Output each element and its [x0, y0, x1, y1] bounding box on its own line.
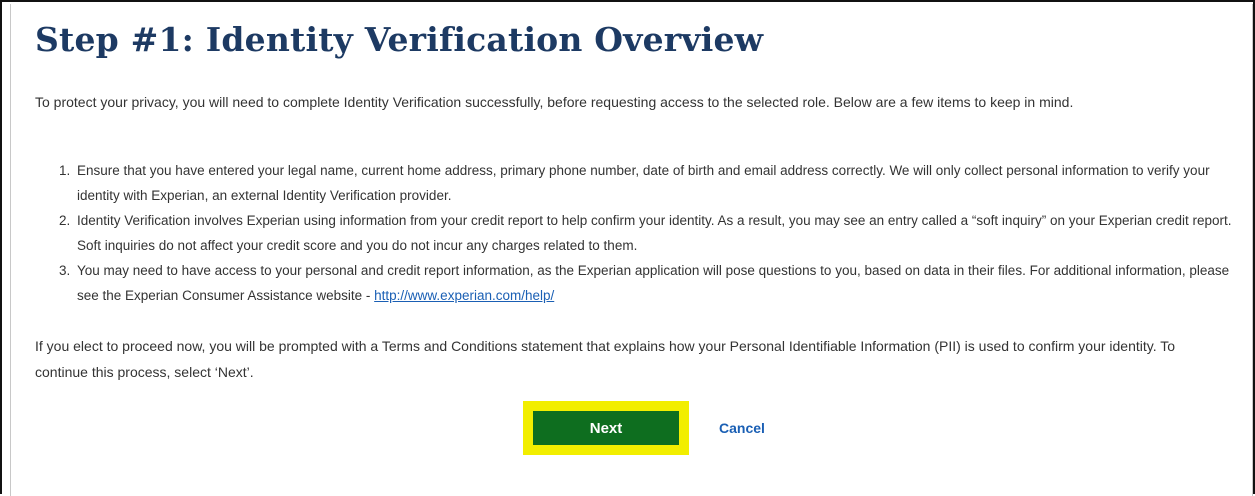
cancel-link[interactable]: Cancel: [719, 420, 765, 436]
step-text: Identity Verification involves Experian …: [77, 213, 1232, 253]
list-item: 2. Identity Verification involves Experi…: [35, 208, 1235, 258]
outro-text: If you elect to proceed now, you will be…: [35, 338, 1176, 380]
next-button[interactable]: Next: [533, 411, 679, 445]
list-item: 1. Ensure that you have entered your leg…: [35, 158, 1235, 208]
verification-steps-list: 1. Ensure that you have entered your leg…: [35, 158, 1235, 308]
step-number: 1.: [59, 163, 71, 178]
list-item: 3. You may need to have access to your p…: [35, 258, 1235, 308]
window-frame: Step #1: Identity Verification Overview …: [0, 0, 1255, 496]
step-number: 2.: [59, 213, 71, 228]
intro-text: To protect your privacy, you will need t…: [35, 94, 1074, 110]
step-text: Ensure that you have entered your legal …: [77, 163, 1210, 203]
page-title: Step #1: Identity Verification Overview: [35, 20, 764, 59]
identity-verification-panel: Step #1: Identity Verification Overview …: [10, 4, 1253, 496]
experian-help-link[interactable]: http://www.experian.com/help/: [374, 288, 554, 303]
step-number: 3.: [59, 263, 71, 278]
step-text: You may need to have access to your pers…: [77, 263, 1230, 303]
next-button-highlight: Next: [523, 401, 689, 455]
